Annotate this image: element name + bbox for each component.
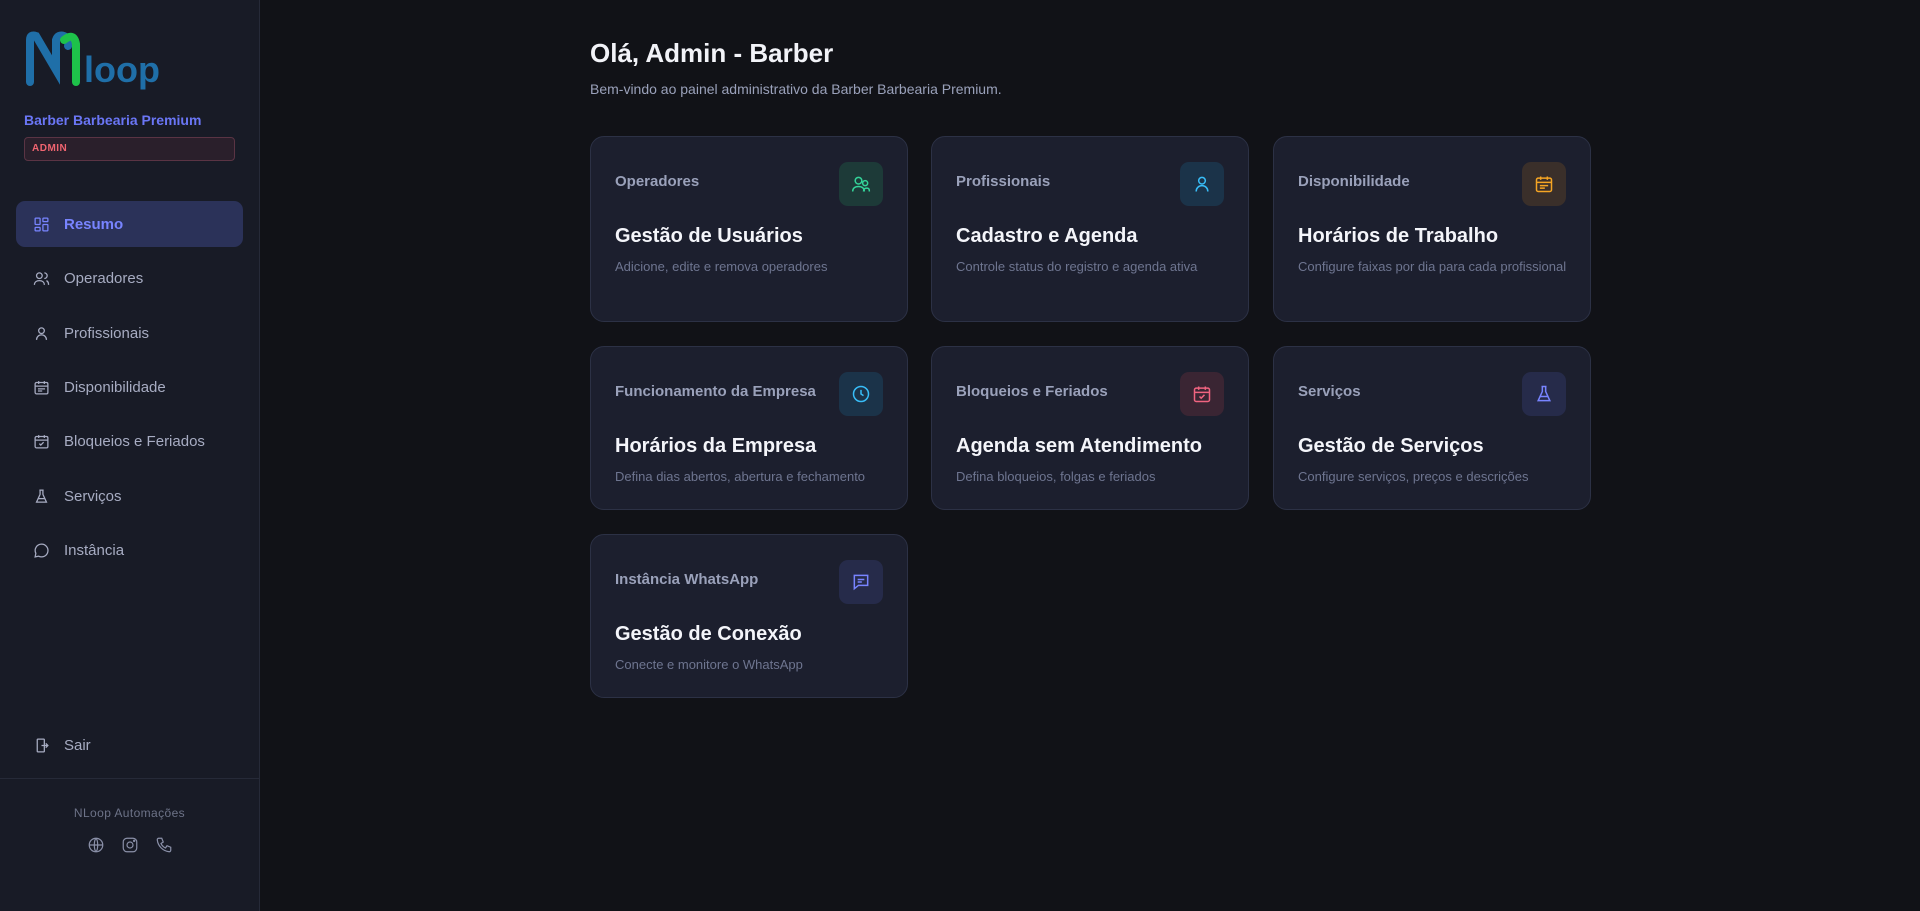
footer-title: NLoop Automações xyxy=(73,806,186,820)
card-label: Bloqueios e Feriados xyxy=(956,383,1108,400)
card-funcionamento[interactable]: Funcionamento da Empresa Horários da Emp… xyxy=(590,346,908,510)
flask-icon xyxy=(32,487,50,505)
card-label: Funcionamento da Empresa xyxy=(615,383,816,400)
card-bloqueios[interactable]: Bloqueios e Feriados Agenda sem Atendime… xyxy=(931,346,1249,510)
card-title: Gestão de Usuários xyxy=(615,225,803,247)
svg-text:loop: loop xyxy=(84,49,160,90)
sidebar-item-operadores[interactable]: Operadores xyxy=(16,255,243,301)
clock-icon xyxy=(839,372,883,416)
card-profissionais[interactable]: Profissionais Cadastro e Agenda Controle… xyxy=(931,136,1249,322)
calendar-check-icon xyxy=(32,432,50,450)
calendar-list-icon xyxy=(1522,162,1566,206)
chat-bubble-icon xyxy=(32,541,50,559)
sidebar-item-label: Resumo xyxy=(64,215,124,233)
card-label: Instância WhatsApp xyxy=(615,571,759,588)
sidebar-item-disponibilidade[interactable]: Disponibilidade xyxy=(16,364,243,410)
card-label: Serviços xyxy=(1298,383,1361,400)
sidebar-item-bloqueios[interactable]: Bloqueios e Feriados xyxy=(16,418,243,464)
instagram-icon[interactable] xyxy=(121,836,139,854)
logout-label: Sair xyxy=(64,736,91,754)
flask-icon xyxy=(1522,372,1566,416)
card-disponibilidade[interactable]: Disponibilidade Horários de Trabalho Con… xyxy=(1273,136,1591,322)
sidebar-item-instancia[interactable]: Instância xyxy=(16,527,243,573)
sidebar-divider xyxy=(0,778,259,779)
card-description: Conecte e monitore o WhatsApp xyxy=(615,657,803,672)
page-subtitle: Bem-vindo ao painel administrativo da Ba… xyxy=(590,81,1002,97)
card-title: Cadastro e Agenda xyxy=(956,225,1138,247)
sidebar-item-label: Disponibilidade xyxy=(64,378,166,396)
sidebar-item-resumo[interactable]: Resumo xyxy=(16,201,243,247)
globe-icon[interactable] xyxy=(87,836,105,854)
sidebar-item-label: Serviços xyxy=(64,487,122,505)
dashboard-icon xyxy=(32,215,50,233)
card-title: Agenda sem Atendimento xyxy=(956,435,1202,457)
card-description: Adicione, edite e remova operadores xyxy=(615,259,828,274)
sidebar-item-label: Instância xyxy=(64,541,125,559)
calendar-check-icon xyxy=(1180,372,1224,416)
card-description: Configure faixas por dia para cada profi… xyxy=(1298,259,1567,274)
sidebar-item-servicos[interactable]: Serviços xyxy=(16,473,243,519)
user-icon xyxy=(1180,162,1224,206)
card-description: Defina bloqueios, folgas e feriados xyxy=(956,469,1156,484)
card-title: Gestão de Conexão xyxy=(615,623,802,645)
card-description: Controle status do registro e agenda ati… xyxy=(956,259,1198,274)
card-operadores[interactable]: Operadores Gestão de Usuários Adicione, … xyxy=(590,136,908,322)
card-description: Defina dias abertos, abertura e fechamen… xyxy=(615,469,866,484)
card-title: Horários da Empresa xyxy=(615,435,817,457)
card-instancia-whatsapp[interactable]: Instância WhatsApp Gestão de Conexão Con… xyxy=(590,534,908,698)
sidebar-item-label: Profissionais xyxy=(64,324,150,342)
calendar-list-icon xyxy=(32,378,50,396)
sidebar-item-profissionais[interactable]: Profissionais xyxy=(16,310,243,356)
company-name: Barber Barbearia Premium xyxy=(24,112,202,128)
sidebar: loop Barber Barbearia Premium ADMIN Resu… xyxy=(0,0,260,911)
phone-icon[interactable] xyxy=(155,836,173,854)
logout-icon xyxy=(32,736,50,754)
logout-button[interactable]: Sair xyxy=(16,722,243,768)
card-label: Profissionais xyxy=(956,173,1051,190)
card-title: Gestão de Serviços xyxy=(1298,435,1484,457)
card-label: Operadores xyxy=(615,173,700,190)
sidebar-item-label: Operadores xyxy=(64,269,144,287)
page-title: Olá, Admin - Barber xyxy=(590,38,834,68)
card-servicos[interactable]: Serviços Gestão de Serviços Configure se… xyxy=(1273,346,1591,510)
card-title: Horários de Trabalho xyxy=(1298,225,1499,247)
card-description: Configure serviços, preços e descrições xyxy=(1298,469,1529,484)
user-icon xyxy=(32,324,50,342)
role-badge: ADMIN xyxy=(24,137,235,161)
sidebar-item-label: Bloqueios e Feriados xyxy=(64,432,205,450)
users-icon xyxy=(32,269,50,287)
users-icon xyxy=(839,162,883,206)
nloop-logo[interactable]: loop xyxy=(26,30,182,94)
chat-bubble-icon xyxy=(839,560,883,604)
card-label: Disponibilidade xyxy=(1298,173,1410,190)
social-links xyxy=(0,836,259,854)
